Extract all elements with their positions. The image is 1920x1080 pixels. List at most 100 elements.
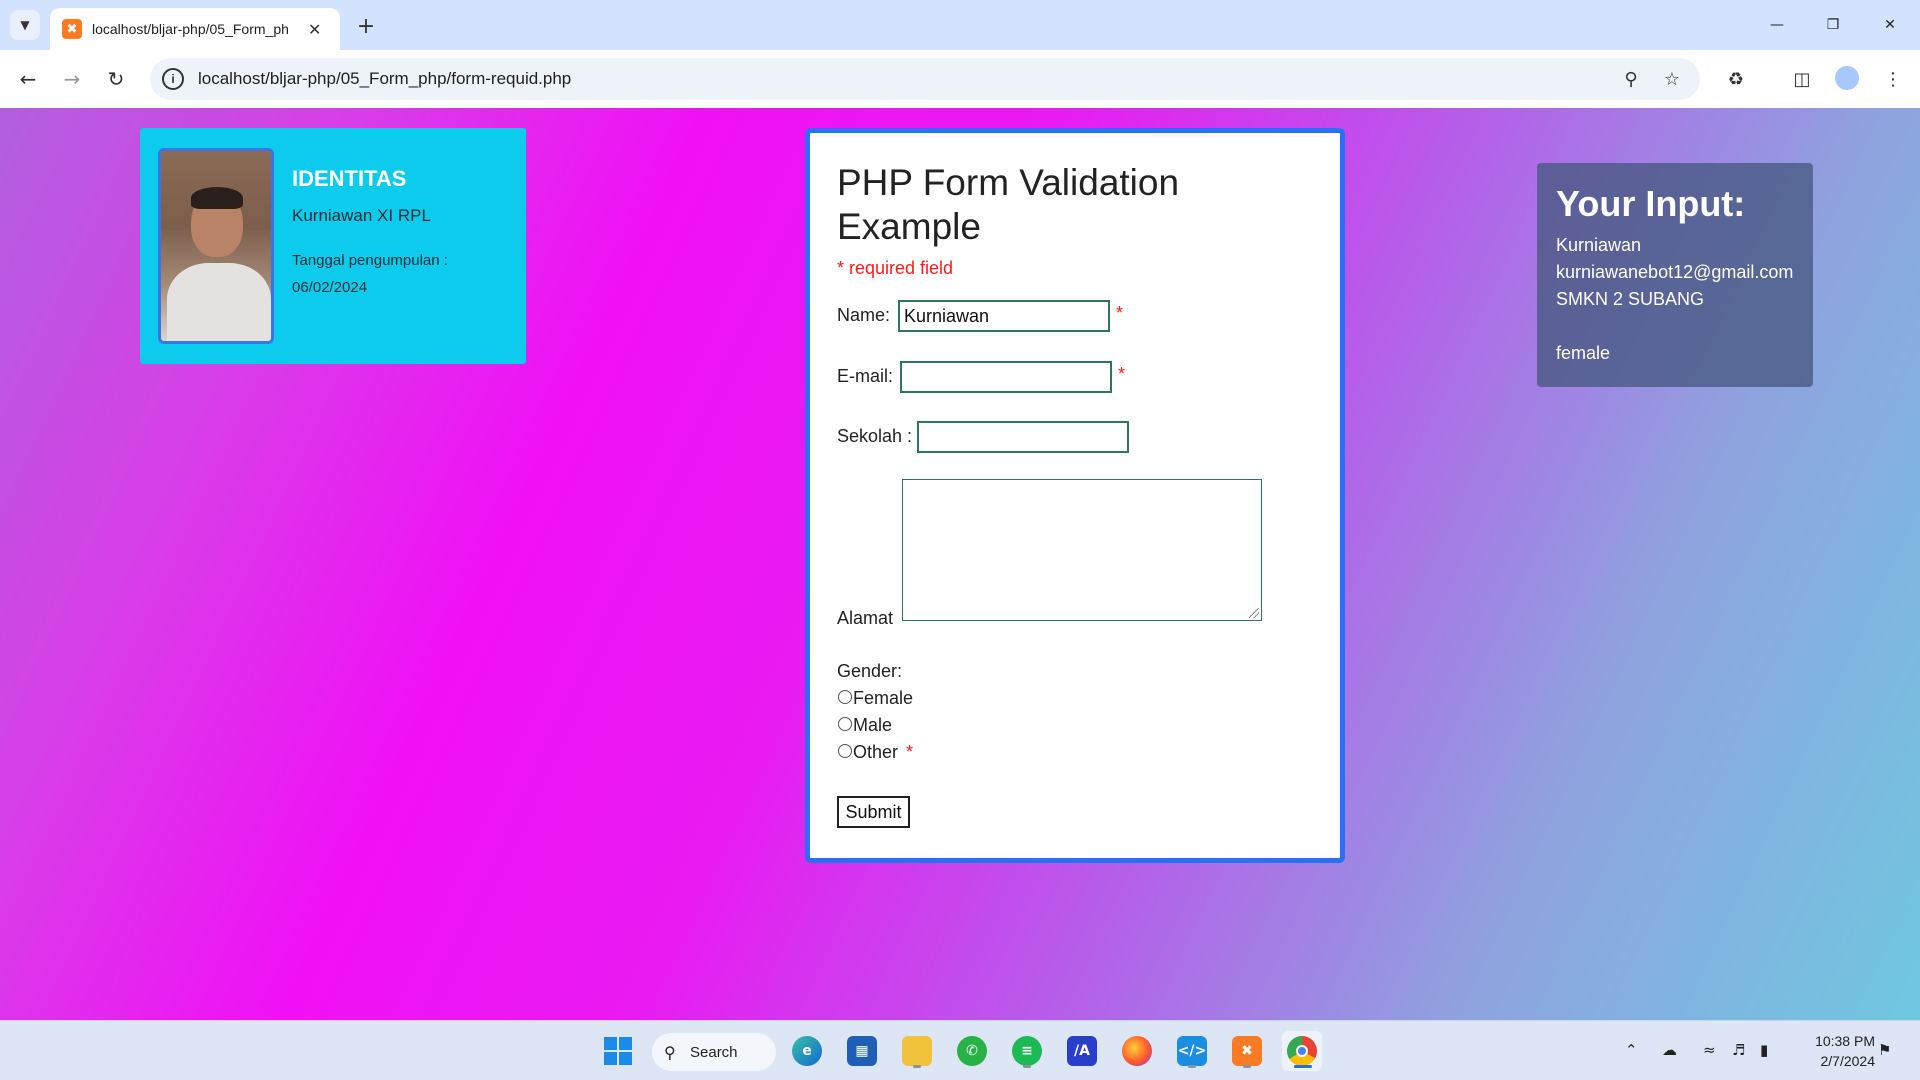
submit-button[interactable]: Submit (837, 796, 910, 828)
alamat-label: Alamat (837, 608, 894, 628)
firefox-icon (1122, 1036, 1152, 1066)
bookmark-star-icon[interactable]: ☆ (1659, 66, 1685, 92)
edge-icon: e (792, 1036, 822, 1066)
extensions-icon[interactable]: ♻ (1720, 63, 1752, 95)
whatsapp-icon: ✆ (957, 1036, 987, 1066)
student-photo (158, 148, 274, 344)
taskbar-xampp[interactable]: ✖ (1227, 1031, 1267, 1071)
xampp-icon: ✖ (62, 19, 82, 39)
system-clock[interactable]: 10:38 PM 2/7/2024 (1795, 1031, 1875, 1071)
taskbar-store[interactable]: ▦ (842, 1031, 882, 1071)
windows-start-icon (604, 1037, 632, 1065)
gender-label: Gender: (837, 661, 903, 681)
start-button[interactable] (598, 1031, 638, 1071)
search-icon: ⚲ (664, 1043, 676, 1062)
sekolah-input[interactable] (917, 421, 1129, 453)
close-window-icon: ✕ (1884, 17, 1896, 33)
gender-male-radio[interactable] (838, 717, 852, 731)
taskbar-file-explorer[interactable] (897, 1031, 937, 1071)
submission-date: 06/02/2024 (292, 279, 368, 296)
tab-list-button[interactable]: ▼ (10, 10, 40, 40)
name-input[interactable] (898, 300, 1110, 332)
windows-taskbar: ⚲ Search e ▦ ✆ ≡ /A </> ✖ ⌃ ☁ ≈ ♬ ▮ 10:3… (0, 1020, 1920, 1080)
new-tab-button[interactable]: + (352, 12, 380, 40)
output-school: SMKN 2 SUBANG (1556, 289, 1705, 309)
taskbar-vscode[interactable]: </> (1172, 1031, 1212, 1071)
reload-button[interactable]: ↻ (100, 63, 132, 95)
name-label: Name: (837, 305, 891, 325)
microsoft-store-icon: ▦ (847, 1036, 877, 1066)
show-hidden-icons-icon[interactable]: ⌃ (1625, 1041, 1638, 1059)
browser-tab-active[interactable]: ✖ localhost/bljar-php/05_Form_ph ✕ (50, 8, 340, 50)
address-bar[interactable]: i localhost/bljar-php/05_Form_php/form-r… (150, 58, 1700, 100)
output-gender: female (1556, 343, 1611, 363)
minimize-button[interactable]: — (1757, 10, 1797, 40)
spotify-icon: ≡ (1012, 1036, 1042, 1066)
notification-bell-icon[interactable]: ⚑ (1878, 1041, 1891, 1059)
required-note: * required field (837, 258, 954, 278)
close-tab-icon[interactable]: ✕ (308, 20, 321, 39)
forward-button[interactable]: → (56, 63, 88, 95)
gender-female-radio[interactable] (838, 690, 852, 704)
minimize-icon: — (1770, 17, 1784, 33)
email-label: E-mail: (837, 366, 894, 386)
reload-icon: ↻ (107, 67, 125, 91)
form-card: PHP Form Validation Example * required f… (805, 128, 1345, 863)
editor-app-icon: /A (1067, 1036, 1097, 1066)
restore-button[interactable]: ❐ (1813, 10, 1853, 40)
chevron-down-icon: ▼ (20, 18, 30, 32)
forward-icon: → (63, 67, 81, 91)
email-input[interactable] (900, 361, 1112, 393)
url-text[interactable]: localhost/bljar-php/05_Form_php/form-req… (198, 69, 571, 89)
taskbar-spotify[interactable]: ≡ (1007, 1031, 1047, 1071)
close-window-button[interactable]: ✕ (1870, 10, 1910, 40)
side-panel-icon[interactable]: ◫ (1786, 63, 1818, 95)
email-required-star: * (1118, 364, 1126, 384)
identitas-name: Kurniawan XI RPL (292, 206, 431, 225)
site-info-icon[interactable]: i (162, 68, 184, 90)
taskbar-chrome[interactable] (1282, 1031, 1322, 1071)
clock-time: 10:38 PM (1815, 1033, 1875, 1049)
vscode-icon: </> (1177, 1036, 1207, 1066)
wifi-icon[interactable]: ≈ (1703, 1041, 1716, 1059)
file-explorer-icon (902, 1036, 932, 1066)
plus-icon: + (356, 13, 376, 39)
clock-date: 2/7/2024 (1820, 1053, 1876, 1069)
taskbar-edge[interactable]: e (787, 1031, 827, 1071)
alamat-textarea[interactable] (902, 479, 1262, 621)
onedrive-cloud-icon[interactable]: ☁ (1662, 1041, 1677, 1059)
identitas-card: IDENTITAS Kurniawan XI RPL Tanggal pengu… (140, 128, 526, 364)
restore-icon: ❐ (1826, 17, 1840, 33)
taskbar-search-label: Search (690, 1043, 738, 1061)
xampp-icon: ✖ (1232, 1036, 1262, 1066)
taskbar-editor-app[interactable]: /A (1062, 1031, 1102, 1071)
output-email: kurniawanebot12@gmail.com (1556, 262, 1794, 282)
browser-toolbar: ← → ↻ i localhost/bljar-php/05_Form_php/… (0, 50, 1920, 108)
tab-title: localhost/bljar-php/05_Form_ph (92, 21, 289, 37)
gender-female-label[interactable]: Female (853, 688, 913, 709)
back-icon: ← (19, 67, 37, 91)
output-title: Your Input: (1556, 183, 1746, 224)
output-name: Kurniawan (1556, 235, 1642, 255)
submission-date-label: Tanggal pengumpulan : (292, 252, 448, 269)
taskbar-firefox[interactable] (1117, 1031, 1157, 1071)
taskbar-search[interactable]: ⚲ Search (652, 1033, 776, 1071)
battery-icon[interactable]: ▮ (1760, 1041, 1768, 1059)
gender-required-star: * (906, 742, 914, 762)
chrome-icon (1287, 1036, 1317, 1066)
volume-icon[interactable]: ♬ (1732, 1041, 1745, 1059)
profile-avatar[interactable] (1835, 66, 1859, 90)
identitas-title: IDENTITAS (292, 166, 407, 191)
zoom-icon[interactable]: ⚲ (1618, 66, 1644, 92)
gender-other-label[interactable]: Other (853, 742, 898, 763)
back-button[interactable]: ← (12, 63, 44, 95)
menu-icon[interactable]: ⋮ (1877, 63, 1909, 95)
taskbar-whatsapp[interactable]: ✆ (952, 1031, 992, 1071)
name-required-star: * (1116, 303, 1124, 323)
page-viewport: IDENTITAS Kurniawan XI RPL Tanggal pengu… (0, 108, 1920, 1020)
gender-other-radio[interactable] (838, 744, 852, 758)
gender-male-label[interactable]: Male (853, 715, 892, 736)
form-title: PHP Form Validation Example (837, 162, 1180, 247)
browser-tab-bar: ▼ ✖ localhost/bljar-php/05_Form_ph ✕ + —… (0, 0, 1920, 50)
resize-grip-icon[interactable] (1249, 608, 1259, 618)
